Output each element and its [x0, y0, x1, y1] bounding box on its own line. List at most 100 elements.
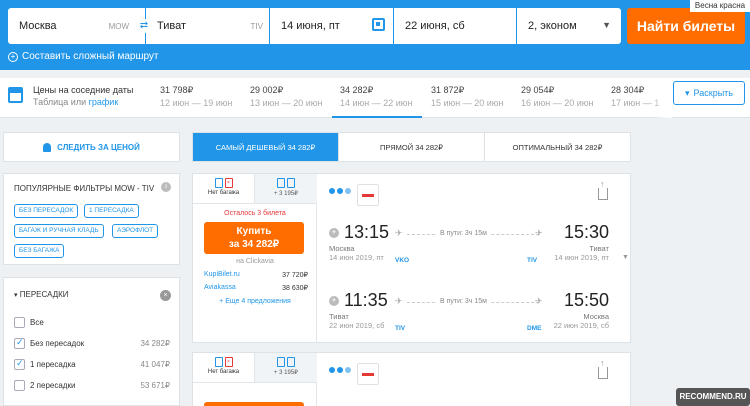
depart-date: 14 июня, пт — [281, 20, 340, 32]
filter-chip[interactable]: БАГАЖ И РУЧНАЯ КЛАДЬ — [14, 224, 104, 238]
search-bar: Москва MOW ⇄ Тиват TIV 14 июня, пт 22 ию… — [0, 0, 750, 70]
expand-button[interactable]: ▾ Раскрыть — [673, 81, 745, 105]
destination-city: Тиват — [157, 20, 187, 32]
cell-price: 31 798₽ — [160, 85, 194, 95]
agent-name: KupiBilet.ru — [204, 271, 240, 278]
option-price: 41 047₽ — [140, 359, 170, 369]
transfer-option-all[interactable]: Все — [14, 315, 174, 329]
date-price-cell[interactable]: 29 002₽ 13 июн — 20 июн — [250, 78, 340, 118]
checkbox[interactable] — [14, 379, 25, 391]
flight-duration: В пути: 3ч 15м — [437, 230, 490, 237]
option-label: 2 пересадки — [30, 380, 76, 390]
neighbor-dates-sub: Таблица или график — [33, 97, 118, 107]
transfer-option-direct[interactable]: Без пересадок 34 282₽ — [14, 336, 174, 350]
expand-label: Раскрыть — [693, 88, 733, 98]
find-tickets-button[interactable]: Найти билеты — [627, 8, 745, 44]
baggage-option-none[interactable]: × Нет багажа — [193, 353, 255, 383]
airline-logo — [357, 184, 379, 206]
cell-price: 34 282₽ — [340, 85, 374, 95]
arrival-iata[interactable]: DME — [527, 325, 541, 332]
swap-icon[interactable]: ⇄ — [137, 19, 151, 33]
filter-chip[interactable]: БЕЗ БАГАЖА — [14, 244, 65, 258]
passengers-value: 2, эконом — [528, 20, 577, 32]
buy-button[interactable] — [204, 402, 304, 406]
info-icon[interactable]: i — [161, 182, 171, 192]
origin-field[interactable]: Москва MOW — [8, 8, 145, 44]
watermark-top: Весна красна — [690, 0, 750, 12]
cell-dates: 14 июн — 22 июн — [340, 98, 413, 108]
calendar-icon[interactable] — [372, 18, 385, 31]
takeoff-icon: ✈ — [395, 296, 403, 306]
departure-iata[interactable]: TIV — [395, 325, 405, 332]
cell-price: 29 002₽ — [250, 85, 284, 95]
plus-icon: + — [8, 51, 18, 62]
passengers-field[interactable]: 2, эконом ▼ — [517, 8, 621, 44]
close-icon[interactable]: × — [160, 290, 171, 301]
airline-logo-dot — [329, 367, 335, 373]
baggage-label: Нет багажа — [207, 190, 240, 196]
destination-field[interactable]: Тиват TIV — [146, 8, 269, 44]
depart-date-field[interactable]: 14 июня, пт — [270, 8, 393, 44]
origin-iata: MOW — [108, 21, 129, 31]
flight-leg-outbound: ✈ 13:15 15:30 ✈ В пути: 3ч 15м ✈ Москва … — [329, 222, 609, 282]
agent-price: 37 720₽ — [282, 272, 308, 279]
date-price-cell-selected[interactable]: 34 282₽ 14 июн — 22 июн — [332, 78, 422, 118]
airline-logo-dot — [329, 188, 335, 194]
return-date-field[interactable]: 22 июня, сб — [394, 8, 516, 44]
follow-price-button[interactable]: СЛЕДИТЬ ЗА ЦЕНОЙ — [3, 132, 180, 162]
checkbox-checked[interactable] — [14, 358, 25, 370]
agent-name: Aviakassa — [204, 284, 236, 291]
transfer-option-two[interactable]: 2 пересадки 53 671₽ — [14, 378, 174, 392]
tab-cheapest[interactable]: САМЫЙ ДЕШЕВЫЙ 34 282₽ — [193, 133, 339, 161]
filter-chip[interactable]: 1 ПЕРЕСАДКА — [84, 204, 139, 218]
checkbox[interactable] — [14, 316, 25, 328]
buy-button[interactable]: Купить за 34 282₽ — [204, 222, 304, 254]
baggage-icon — [287, 357, 295, 367]
seller-name: на Clickavia — [236, 258, 274, 265]
agent-offer[interactable]: KupiBilet.ru 37 720₽ — [204, 271, 308, 279]
ticket-card: × Нет багажа + 3 195₽ — [192, 352, 631, 406]
share-icon[interactable] — [598, 179, 608, 200]
baggage-label: Нет багажа — [207, 369, 240, 375]
more-offers-link[interactable]: + Еще 4 предложения — [193, 298, 317, 305]
chevron-down-icon: ▾ — [14, 292, 18, 299]
popular-filters-panel: ПОПУЛЯРНЫЕ ФИЛЬТРЫ MOW - TIV i БЕЗ ПЕРЕС… — [3, 173, 180, 265]
airline-logo-dot — [345, 188, 351, 194]
cell-price: 29 054₽ — [521, 85, 555, 95]
arrival-iata[interactable]: TIV — [527, 257, 537, 264]
arrival-time: 15:30 — [563, 222, 609, 242]
transfer-option-one[interactable]: 1 пересадка 41 047₽ — [14, 357, 174, 371]
chevron-down-icon[interactable]: ▼ — [622, 254, 629, 261]
baggage-option-extra[interactable]: + 3 195₽ — [255, 174, 317, 204]
checkbox-checked[interactable] — [14, 337, 25, 349]
ticket-card: × Нет багажа + 3 195₽ Осталось 3 билета … — [192, 173, 631, 343]
baggage-option-none[interactable]: × Нет багажа — [193, 174, 255, 204]
agent-offer[interactable]: Aviakassa 38 630₽ — [204, 284, 308, 292]
transfers-title[interactable]: ▾ ПЕРЕСАДКИ — [14, 290, 69, 299]
complex-route-link[interactable]: + Составить сложный маршрут — [8, 51, 159, 62]
tab-direct[interactable]: ПРЯМОЙ 34 282₽ — [339, 133, 485, 161]
option-label: 1 пересадка — [30, 359, 76, 369]
ticket-offer: × Нет багажа + 3 195₽ Осталось 3 билета … — [193, 174, 317, 342]
cell-price: 31 872₽ — [431, 85, 465, 95]
departure-iata[interactable]: VKO — [395, 257, 409, 264]
departure-city: Тиват — [329, 312, 349, 321]
cell-dates: 16 июн — 20 июн — [521, 98, 594, 108]
ticket-offer: × Нет багажа + 3 195₽ — [193, 353, 317, 406]
date-price-cell[interactable]: 31 872₽ 15 июн — 20 июн — [431, 78, 521, 118]
chevron-down-icon: ▾ — [685, 87, 690, 98]
tab-optimal[interactable]: ОПТИМАЛЬНЫЙ 34 282₽ — [485, 133, 630, 161]
date-price-cell[interactable]: 29 054₽ 16 июн — 20 июн — [521, 78, 611, 118]
neighbor-dates-title: Цены на соседние даты — [33, 85, 134, 95]
filter-chip[interactable]: БЕЗ ПЕРЕСАДОК — [14, 204, 79, 218]
date-price-cell[interactable]: 31 798₽ 12 июн — 19 июн — [160, 78, 250, 118]
filter-chip[interactable]: АЭРОФЛОТ — [112, 224, 159, 238]
cell-dates: 13 июн — 20 июн — [250, 98, 323, 108]
departure-city: Москва — [329, 244, 355, 253]
share-icon[interactable] — [598, 358, 608, 379]
option-price: 53 671₽ — [140, 380, 170, 390]
chart-link[interactable]: график — [89, 97, 119, 107]
airline-dots-logo — [329, 367, 351, 373]
flight-duration: В пути: 3ч 15м — [437, 298, 490, 305]
baggage-option-extra[interactable]: + 3 195₽ — [255, 353, 317, 383]
